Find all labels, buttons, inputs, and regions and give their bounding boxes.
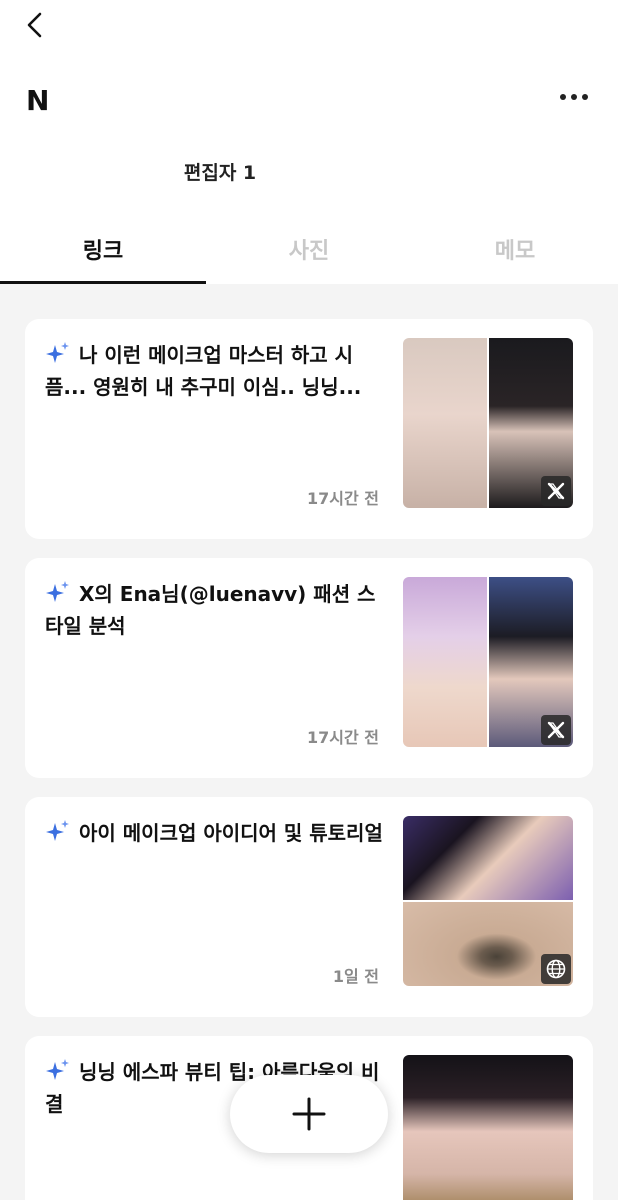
add-button[interactable] <box>230 1075 388 1153</box>
header: N 편집자 1 링크 사진 메모 <box>0 0 618 284</box>
link-title: 나 이런 메이크업 마스터 하고 시픔... 영원히 내 추구미 이심.. 닝닝… <box>45 343 362 399</box>
link-title: 아이 메이크업 아이디어 및 튜토리얼 <box>79 821 383 845</box>
thumbnail-image <box>403 816 573 900</box>
link-thumbnail <box>403 816 573 986</box>
chevron-left-icon <box>27 12 42 38</box>
more-options-button[interactable] <box>552 80 596 114</box>
editors-count[interactable]: 편집자 1 <box>0 158 440 185</box>
ai-sparkle-icon <box>46 1059 69 1080</box>
link-title-row: 아이 메이크업 아이디어 및 튜토리얼 <box>45 817 385 849</box>
ai-sparkle-icon <box>46 342 69 363</box>
more-dot <box>582 94 588 100</box>
plus-icon <box>292 1097 326 1131</box>
thumbnail-image <box>403 577 487 747</box>
ai-sparkle-icon <box>46 581 69 602</box>
ai-sparkle-icon <box>46 820 69 841</box>
link-card[interactable]: 나 이런 메이크업 마스터 하고 시픔... 영원히 내 추구미 이심.. 닝닝… <box>25 319 593 539</box>
link-thumbnail <box>403 338 573 508</box>
page-title: N <box>26 84 50 117</box>
more-dot <box>571 94 577 100</box>
tab-photos[interactable]: 사진 <box>206 214 412 284</box>
link-title-row: 나 이런 메이크업 마스터 하고 시픔... 영원히 내 추구미 이심.. 닝닝… <box>45 339 385 403</box>
tab-links[interactable]: 링크 <box>0 214 206 284</box>
link-thumbnail <box>403 1055 573 1200</box>
link-time: 17시간 전 <box>307 489 379 508</box>
back-button[interactable] <box>18 8 52 42</box>
link-thumbnail <box>403 577 573 747</box>
link-time: 17시간 전 <box>307 728 379 747</box>
link-time: 1일 전 <box>332 967 379 986</box>
globe-icon <box>541 954 571 984</box>
thumbnail-image <box>403 338 487 508</box>
x-logo-icon <box>541 715 571 745</box>
link-card[interactable]: 아이 메이크업 아이디어 및 튜토리얼 1일 전 <box>25 797 593 1017</box>
more-dot <box>560 94 566 100</box>
link-title: X의 Ena님(@luenavv) 패션 스타일 분석 <box>45 582 376 638</box>
tab-memo[interactable]: 메모 <box>412 214 618 284</box>
tab-bar: 링크 사진 메모 <box>0 214 618 284</box>
link-card[interactable]: X의 Ena님(@luenavv) 패션 스타일 분석 17시간 전 <box>25 558 593 778</box>
x-logo-icon <box>541 476 571 506</box>
link-title-row: X의 Ena님(@luenavv) 패션 스타일 분석 <box>45 578 385 642</box>
thumbnail-image <box>403 1055 573 1200</box>
